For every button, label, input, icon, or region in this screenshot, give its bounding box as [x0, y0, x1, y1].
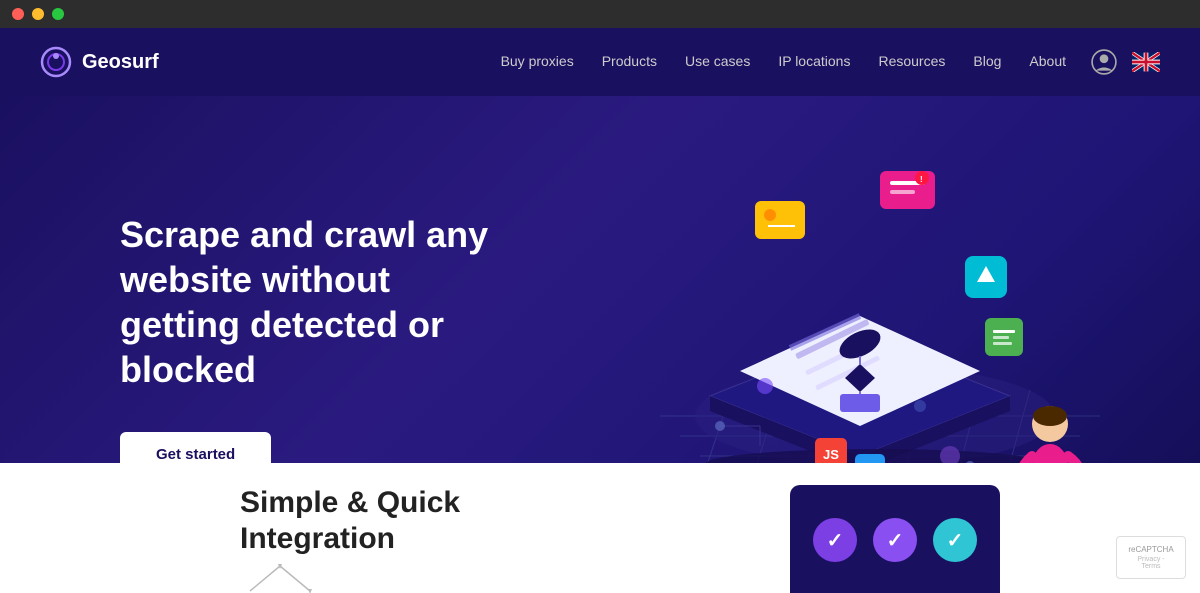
check-circle-1: ✓	[813, 518, 857, 562]
logo[interactable]: Geosurf	[40, 46, 159, 78]
close-button[interactable]	[12, 8, 24, 20]
integration-checks-card: ✓ ✓ ✓	[790, 485, 1000, 593]
recaptcha-label: reCAPTCHA	[1127, 545, 1175, 554]
uk-flag-svg	[1132, 52, 1160, 72]
recaptcha-badge: reCAPTCHA Privacy - Terms	[1116, 536, 1186, 579]
titlebar	[0, 0, 1200, 28]
checkmark-3: ✓	[947, 528, 964, 553]
hero-title: Scrape and crawl any website without get…	[120, 212, 500, 392]
arrow-decoration	[240, 561, 320, 593]
nav-item-use-cases[interactable]: Use cases	[685, 53, 750, 71]
minimize-button[interactable]	[32, 8, 44, 20]
nav-item-buy-proxies[interactable]: Buy proxies	[501, 53, 574, 71]
integration-text-area: Simple & Quick Integration	[0, 485, 790, 593]
language-flag-icon[interactable]	[1132, 48, 1160, 76]
logo-icon	[40, 46, 72, 78]
check-circle-2: ✓	[873, 518, 917, 562]
integration-title: Simple & Quick Integration	[240, 485, 790, 557]
checkmark-2: ✓	[887, 528, 904, 553]
recaptcha-terms: Privacy - Terms	[1127, 556, 1175, 570]
maximize-button[interactable]	[52, 8, 64, 20]
page: Geosurf Buy proxies Products Use cases I…	[0, 28, 1200, 593]
user-account-icon[interactable]	[1090, 48, 1118, 76]
check-circle-3: ✓	[933, 518, 977, 562]
svg-text:JS: JS	[823, 447, 839, 462]
svg-text:!: !	[920, 175, 923, 184]
nav-item-blog[interactable]: Blog	[973, 53, 1001, 71]
nav-icons	[1090, 48, 1160, 76]
nav-links: Buy proxies Products Use cases IP locati…	[501, 53, 1066, 71]
nav-item-about[interactable]: About	[1029, 53, 1066, 71]
nav-item-resources[interactable]: Resources	[878, 53, 945, 71]
hero-section: Scrape and crawl any website without get…	[0, 96, 1200, 593]
hero-content: Scrape and crawl any website without get…	[0, 212, 500, 477]
nav-item-products[interactable]: Products	[602, 53, 657, 71]
account-svg	[1091, 49, 1117, 75]
nav-item-ip-locations[interactable]: IP locations	[778, 53, 850, 71]
navbar: Geosurf Buy proxies Products Use cases I…	[0, 28, 1200, 96]
logo-text: Geosurf	[82, 51, 159, 74]
bottom-section: Simple & Quick Integration ✓ ✓	[0, 463, 1200, 593]
checkmark-1: ✓	[827, 528, 844, 553]
